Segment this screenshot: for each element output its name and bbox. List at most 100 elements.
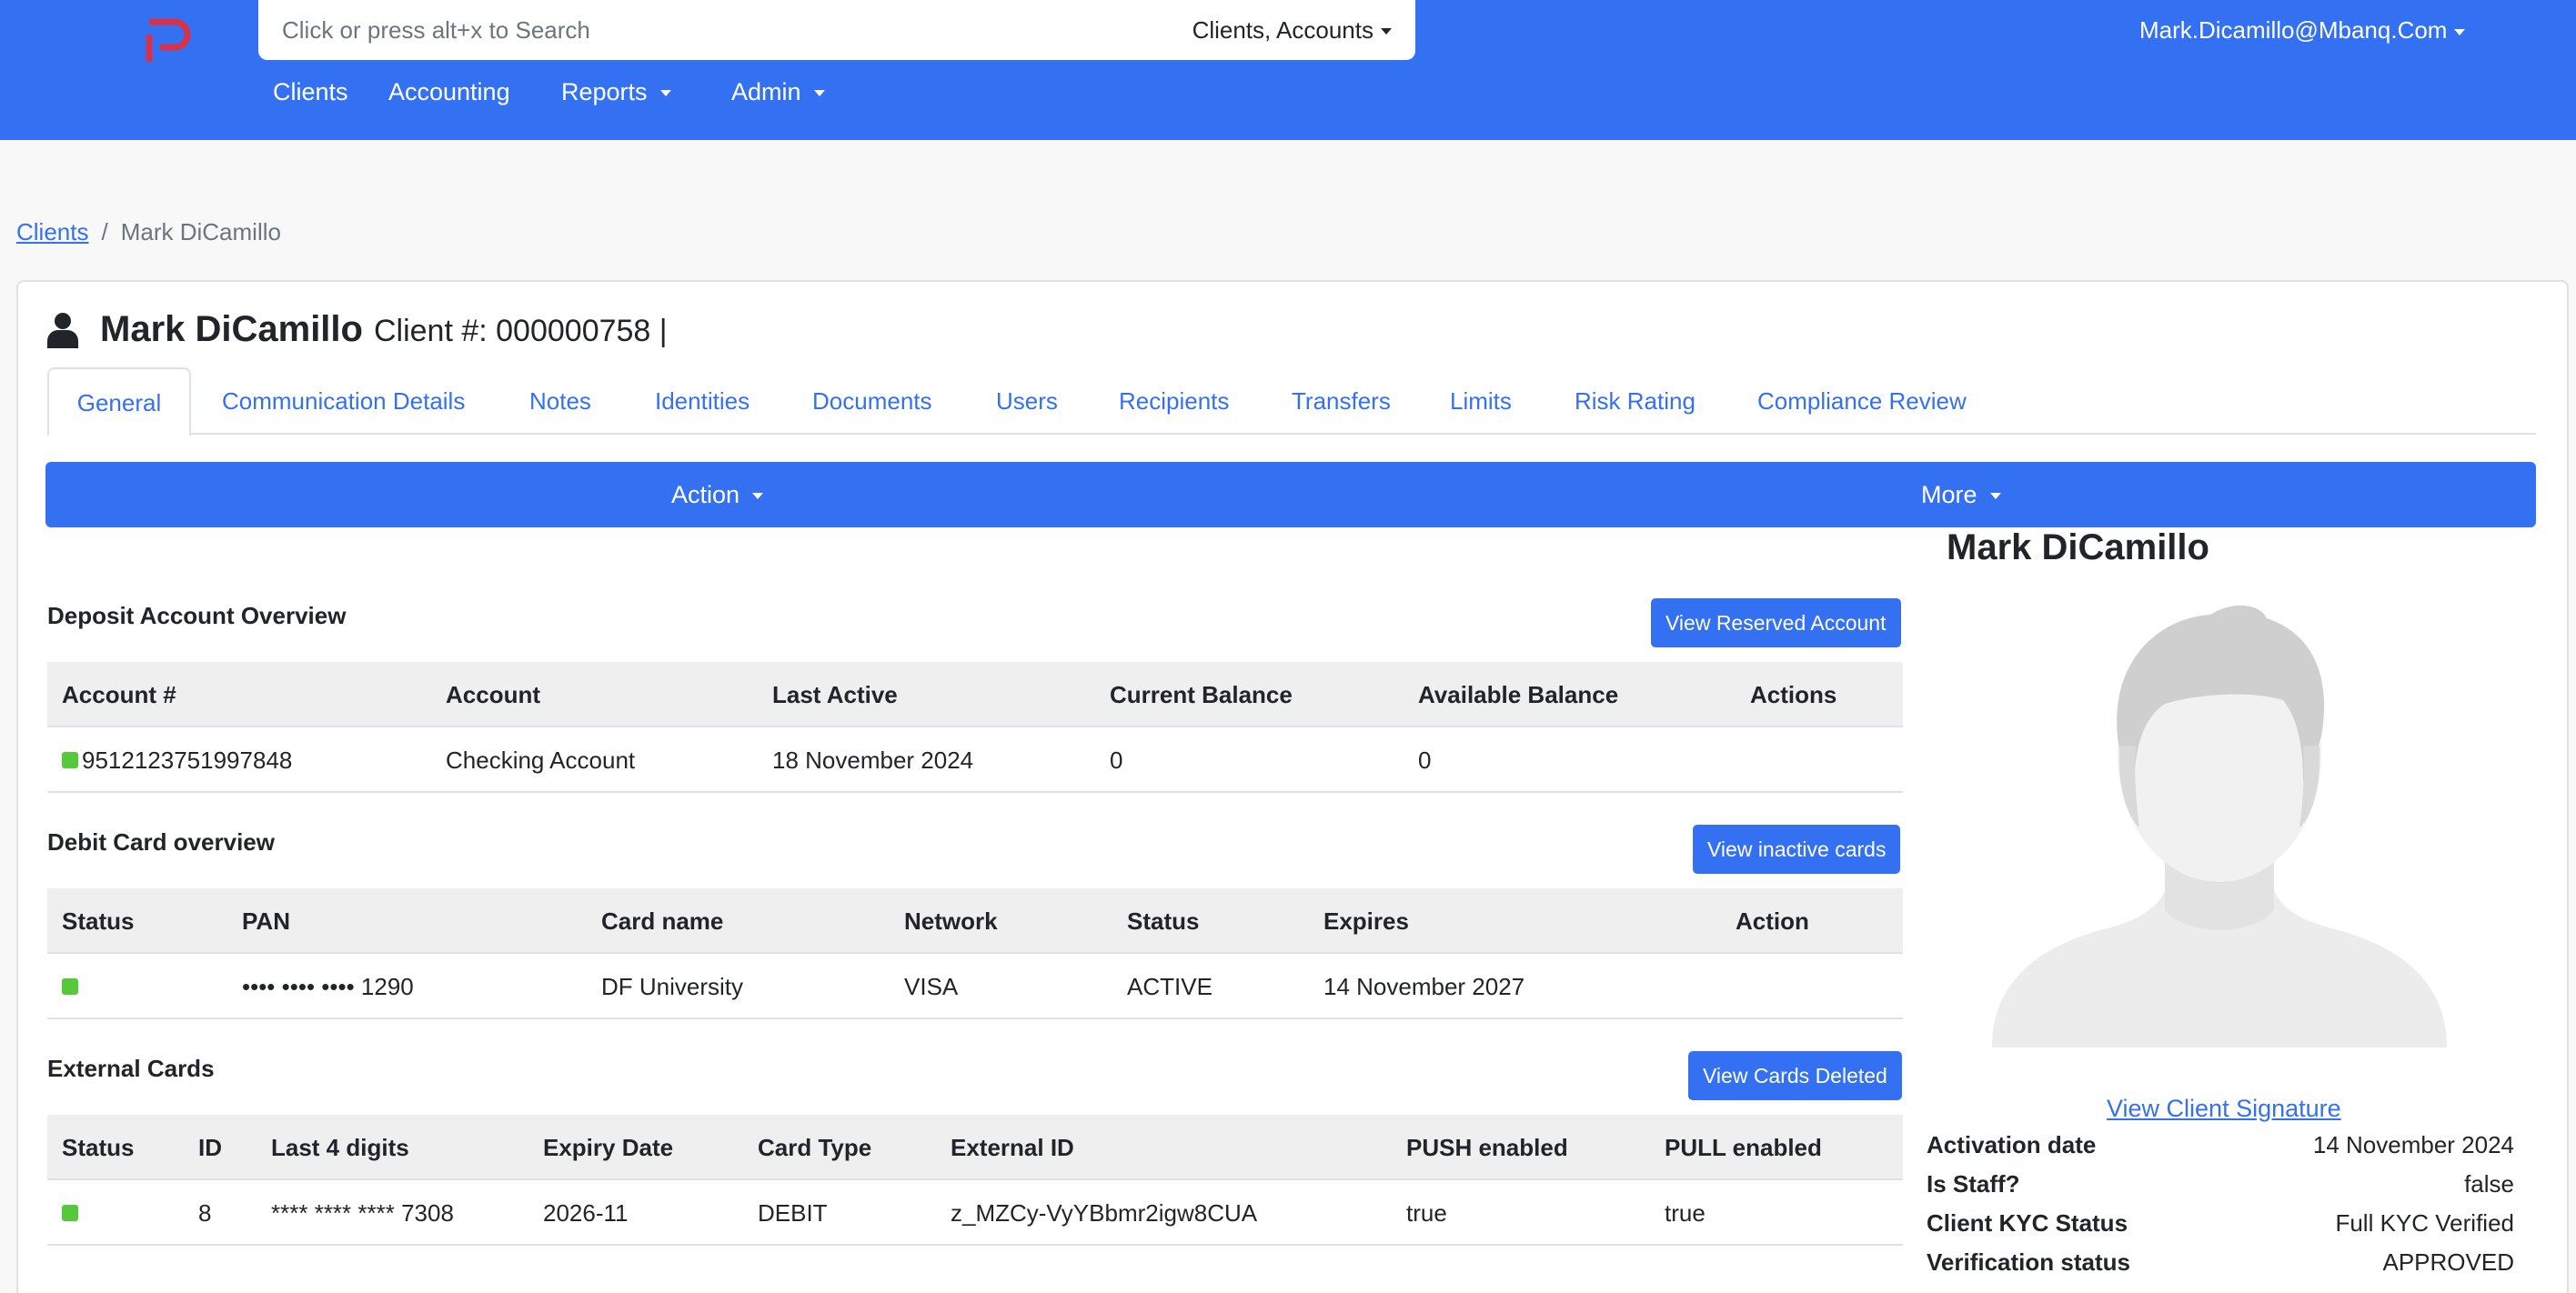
column-header: Expires [1323,907,1409,935]
more-dropdown-button[interactable]: More [1921,462,2001,527]
column-header: Last 4 digits [271,1134,409,1161]
nav-label: Reports [561,78,648,105]
global-search[interactable]: Clients, Accounts [258,0,1415,60]
current-balance-cell: 0 [1110,747,1123,774]
chevron-down-icon [2454,28,2466,35]
action-label: Action [671,481,740,508]
client-heading: Mark DiCamillo Client #: 000000758 | [47,309,668,350]
info-label: Verification status [1927,1248,2130,1276]
column-header: Actions [1750,681,1837,708]
card-status-cell: ACTIVE [1127,973,1213,1000]
tab-general[interactable]: General [47,367,191,436]
available-balance-cell: 0 [1418,747,1432,774]
chevron-down-icon [1989,493,2001,500]
info-value: APPROVED [2382,1248,2515,1276]
tab-risk-rating[interactable]: Risk Rating [1575,367,1696,435]
last-active-cell: 18 November 2024 [772,747,974,774]
client-name: Mark DiCamillo [100,309,363,349]
more-label: More [1921,481,1977,508]
column-header: Status [62,907,135,935]
info-value: 14 November 2024 [2312,1131,2514,1158]
client-number: Client #: 000000758 | [373,314,668,348]
info-verification-status: Verification status APPROVED [1927,1248,2514,1285]
external-cards-section-title: External Cards [47,1055,215,1082]
info-label: Activation date [1927,1131,2097,1158]
push-enabled-cell: true [1406,1199,1447,1227]
column-header: Action [1736,907,1809,935]
person-icon [47,312,78,348]
chevron-down-icon [752,493,764,500]
breadcrumb-current: Mark DiCamillo [120,218,281,246]
column-header: Available Balance [1418,681,1619,708]
info-label: Client KYC Status [1927,1209,2128,1237]
column-header: Network [904,907,998,935]
action-bar: Action More [45,462,2536,527]
column-header: Card name [601,907,724,935]
column-header: PULL enabled [1665,1134,1822,1161]
view-cards-deleted-button[interactable]: View Cards Deleted [1688,1051,1902,1100]
nav-clients[interactable]: Clients [273,78,348,106]
top-navbar: Clients, Accounts Mark.Dicamillo@Mbanq.C… [0,0,2576,140]
info-value: Full KYC Verified [2335,1209,2514,1237]
column-header: Card Type [758,1134,872,1161]
tab-users[interactable]: Users [996,367,1058,435]
table-row[interactable]: 9512123751997848 Checking Account 18 Nov… [47,727,1903,793]
tab-transfers[interactable]: Transfers [1292,367,1391,435]
column-header: Last Active [772,681,898,708]
nav-reports[interactable]: Reports [561,78,671,106]
account-number-cell[interactable]: 9512123751997848 [62,727,292,793]
id-cell: 8 [198,1199,212,1227]
table-row[interactable]: •••• •••• •••• 1290 DF University VISA A… [47,954,1903,1019]
client-tabs: General Communication Details Notes Iden… [47,367,2536,436]
table-header: Status PAN Card name Network Status Expi… [47,888,1903,954]
account-type-cell: Checking Account [446,747,636,774]
status-indicator [62,978,78,996]
status-cell [62,954,82,1019]
status-cell [62,1180,82,1246]
info-label: Is Staff? [1927,1170,2020,1198]
external-cards-table: Status ID Last 4 digits Expiry Date Card… [47,1115,1903,1246]
column-header: Expiry Date [543,1134,674,1161]
search-input[interactable] [282,15,1192,45]
column-header: ID [198,1134,222,1161]
view-inactive-cards-button[interactable]: View inactive cards [1693,825,1901,874]
breadcrumb-clients-link[interactable]: Clients [16,218,88,246]
view-client-signature-link[interactable]: View Client Signature [2107,1095,2341,1123]
column-header: Status [62,1134,135,1161]
tab-recipients[interactable]: Recipients [1119,367,1229,435]
user-email: Mark.Dicamillo@Mbanq.Com [2139,16,2448,44]
status-indicator [62,752,78,769]
tab-notes[interactable]: Notes [529,367,591,435]
nav-label: Admin [731,78,801,105]
table-header: Status ID Last 4 digits Expiry Date Card… [47,1115,1903,1180]
tab-communication-details[interactable]: Communication Details [222,367,465,435]
pull-enabled-cell: true [1665,1199,1706,1227]
network-cell: VISA [904,973,959,1000]
logo-icon[interactable] [144,16,198,67]
chevron-down-icon [1381,28,1392,35]
debit-section-title: Debit Card overview [47,828,275,856]
user-menu[interactable]: Mark.Dicamillo@Mbanq.Com [2139,16,2466,45]
info-activation-date: Activation date 14 November 2024 [1927,1131,2514,1168]
expires-cell: 14 November 2027 [1323,973,1525,1000]
card-type-cell: DEBIT [758,1199,828,1227]
column-header: External ID [951,1134,1074,1161]
info-kyc-status: Client KYC Status Full KYC Verified [1927,1209,2514,1246]
deposit-table: Account # Account Last Active Current Ba… [47,662,1903,793]
nav-accounting[interactable]: Accounting [388,78,510,106]
view-reserved-account-button[interactable]: View Reserved Account [1651,598,1901,647]
column-header: Current Balance [1110,681,1293,708]
table-row[interactable]: 8 **** **** **** 7308 2026-11 DEBIT z_MZ… [47,1180,1903,1246]
search-scope-dropdown[interactable]: Clients, Accounts [1192,16,1392,45]
nav-label: Clients [273,78,348,105]
tab-limits[interactable]: Limits [1450,367,1512,435]
nav-label: Accounting [388,78,510,105]
deposit-section-title: Deposit Account Overview [47,602,347,629]
nav-admin[interactable]: Admin [731,78,825,106]
tab-documents[interactable]: Documents [812,367,932,435]
tab-compliance-review[interactable]: Compliance Review [1757,367,1967,435]
tab-identities[interactable]: Identities [655,367,750,435]
action-dropdown-button[interactable]: Action [671,462,764,527]
external-id-cell: z_MZCy-VyYBbmr2igw8CUA [951,1199,1258,1227]
card-name-cell: DF University [601,973,744,1000]
